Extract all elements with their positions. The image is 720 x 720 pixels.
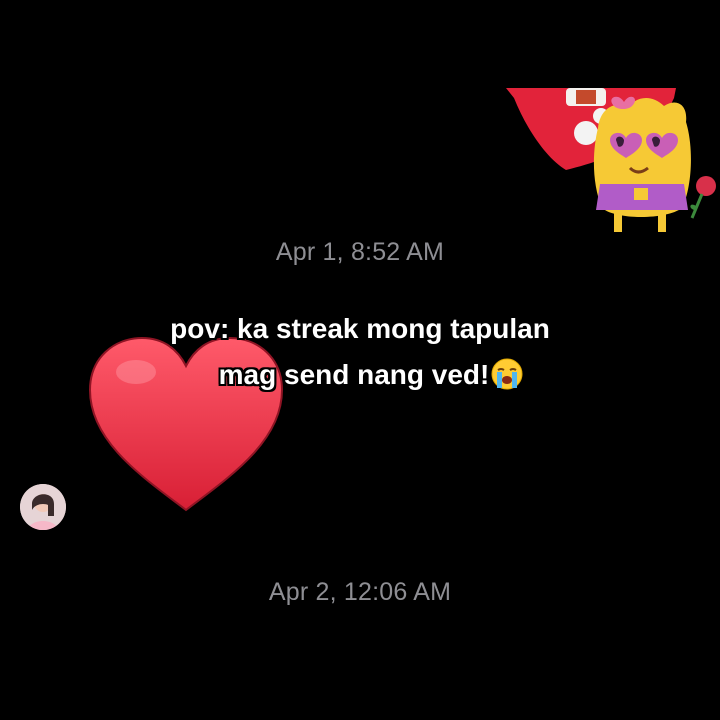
chat-thread: Apr 1, 8:52 AM pov: ka streak mong tapul… — [0, 0, 720, 720]
profile-avatar-icon — [20, 484, 66, 530]
caption-line-2: mag send nang ved! — [218, 359, 490, 390]
character-sticker[interactable] — [506, 88, 720, 234]
sticker-icon — [506, 88, 716, 232]
caption-line-1: pov: ka streak mong tapulan — [170, 313, 550, 344]
message-timestamp: Apr 2, 12:06 AM — [268, 578, 452, 606]
loudly-crying-face-icon — [491, 358, 523, 390]
caption-line-2-wrapper: mag send nang ved! — [0, 352, 720, 398]
avatar[interactable] — [20, 484, 66, 530]
video-caption: pov: ka streak mong tapulan mag send nan… — [0, 306, 720, 398]
message-timestamp: Apr 1, 8:52 AM — [275, 238, 445, 266]
